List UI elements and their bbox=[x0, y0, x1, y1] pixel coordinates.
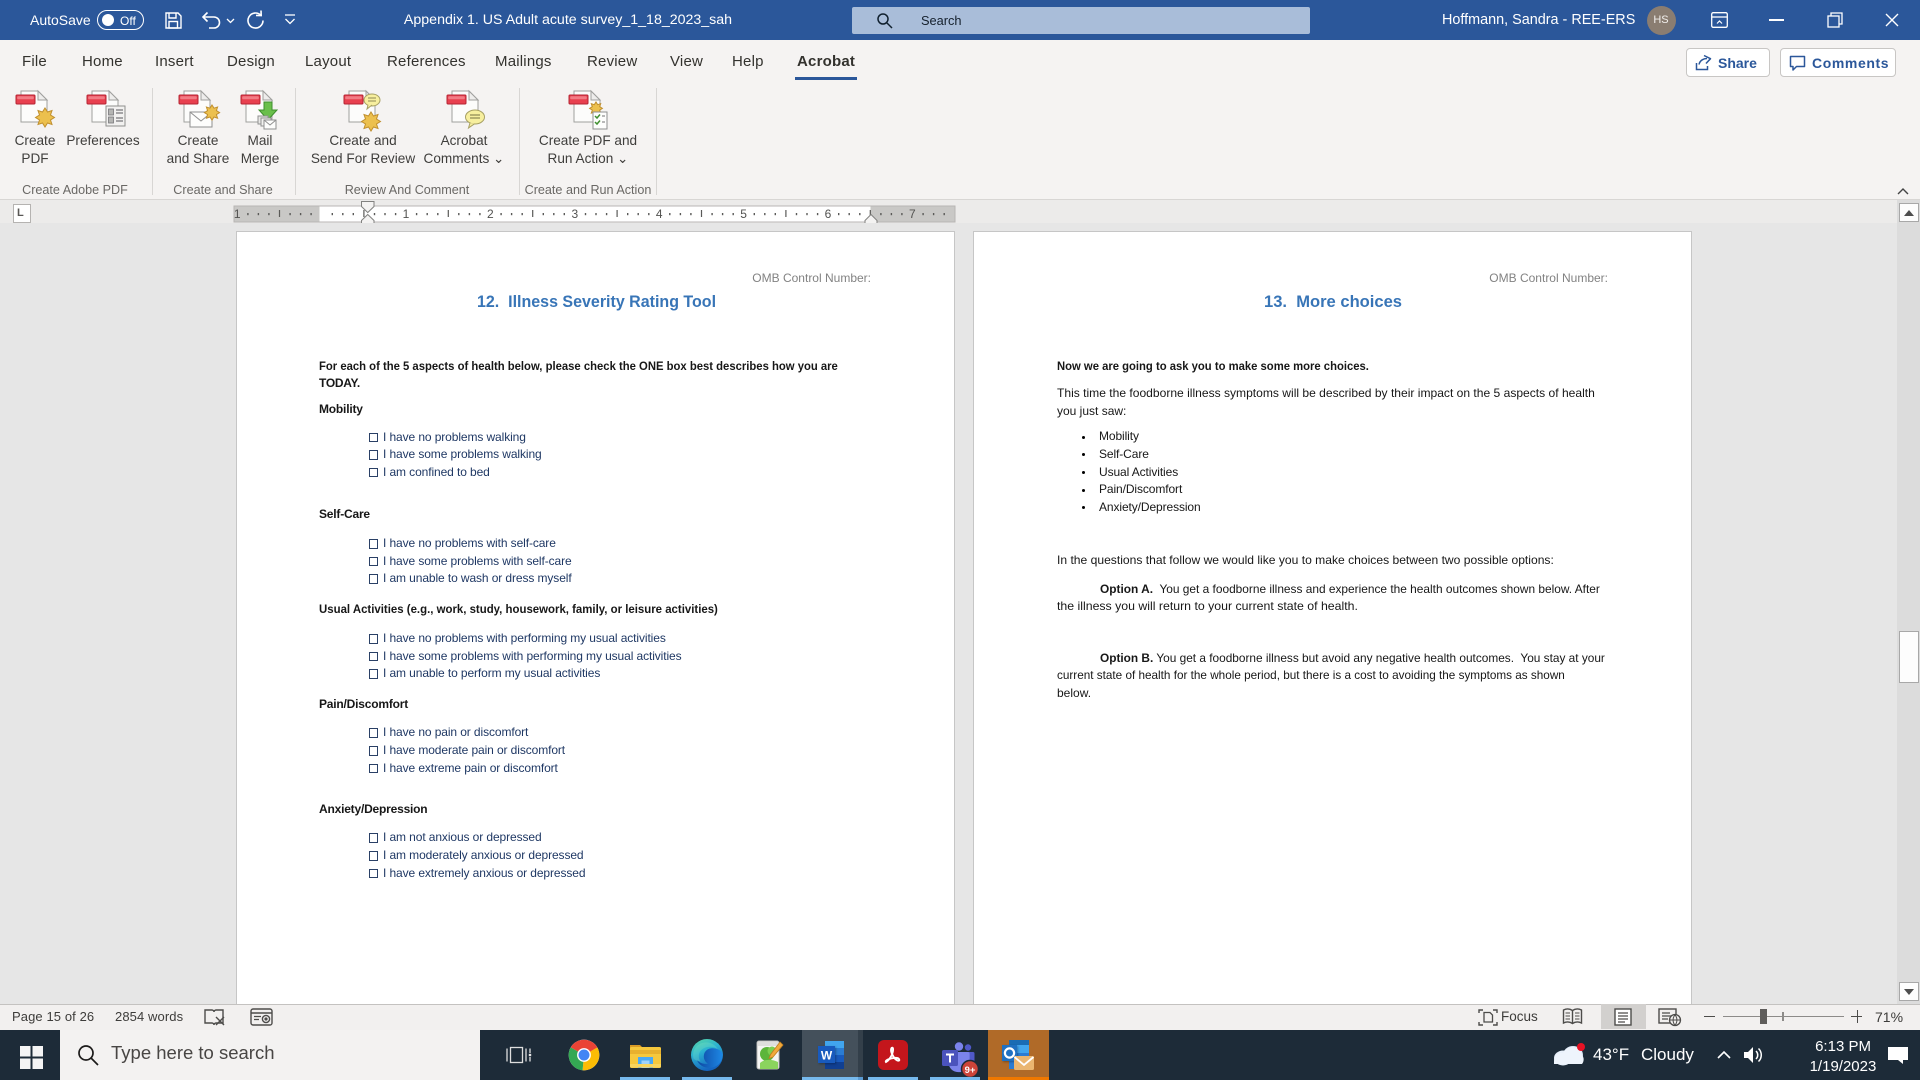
svg-text:W: W bbox=[821, 1049, 833, 1063]
svg-text:7: 7 bbox=[909, 207, 916, 221]
svg-text:5: 5 bbox=[740, 207, 747, 221]
svg-text:2: 2 bbox=[487, 207, 494, 221]
svg-text:1: 1 bbox=[234, 207, 241, 221]
svg-text:6: 6 bbox=[825, 207, 832, 221]
svg-text:3: 3 bbox=[571, 207, 578, 221]
svg-text:9+: 9+ bbox=[965, 1065, 976, 1076]
svg-text:4: 4 bbox=[656, 207, 663, 221]
svg-text:1: 1 bbox=[403, 207, 410, 221]
